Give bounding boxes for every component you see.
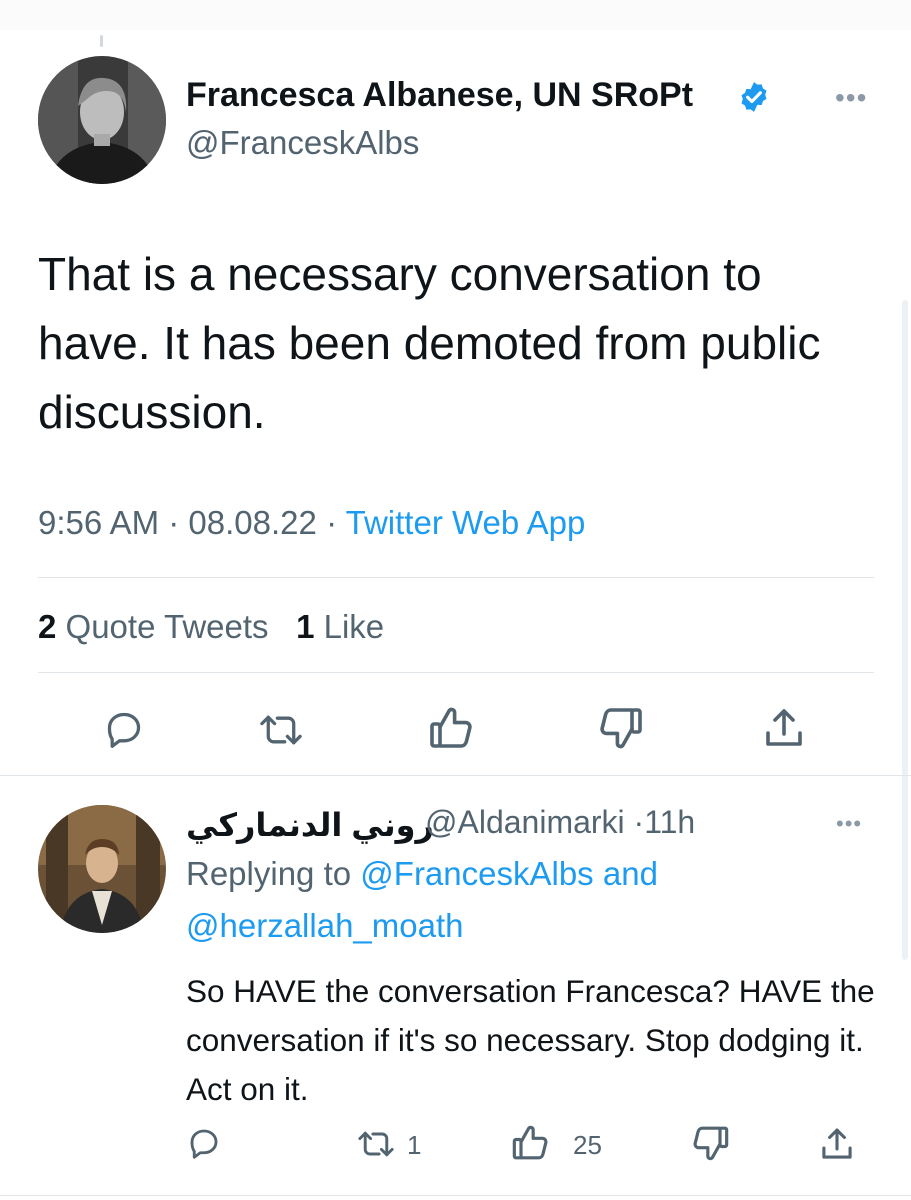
quote-tweets-link[interactable]: 2 Quote Tweets <box>38 608 269 645</box>
top-status-strip <box>0 0 911 30</box>
author-handle[interactable]: @FranceskAlbs <box>186 124 419 162</box>
reply-icon[interactable] <box>102 709 146 749</box>
divider <box>38 577 874 578</box>
tweet-source-link[interactable]: Twitter Web App <box>346 504 586 541</box>
reply-author-handle[interactable]: @Aldanimarki <box>425 804 625 840</box>
reply-dislike-icon[interactable] <box>690 1124 730 1164</box>
meta-separator: · <box>326 504 338 541</box>
author-name[interactable]: Francesca Albanese, UN SRoPt <box>186 76 693 115</box>
reply-share-icon[interactable] <box>819 1126 855 1162</box>
replying-to-user-link[interactable]: @herzallah_moath <box>186 907 464 944</box>
tweet-date: 08.08.22 <box>188 504 317 541</box>
reply-reply-icon[interactable] <box>186 1126 222 1160</box>
meta-separator: · <box>168 504 180 541</box>
reply-author-name[interactable]: روني الدنماركي <box>186 806 434 844</box>
quote-label: Quote Tweets <box>65 608 269 645</box>
reply-like-count: 25 <box>573 1130 602 1160</box>
divider <box>0 1195 911 1196</box>
dislike-icon[interactable] <box>596 706 644 752</box>
verified-badge-icon <box>737 80 771 119</box>
like-label: Like <box>323 608 385 645</box>
reply-handle-line: @Aldanimarki ·11h <box>425 804 695 841</box>
scrollbar[interactable] <box>902 300 908 960</box>
quote-count: 2 <box>38 608 57 645</box>
reply-more-options-icon[interactable]: ••• <box>836 813 862 835</box>
replying-to-and[interactable]: and <box>603 855 658 892</box>
reply-author-avatar[interactable] <box>38 805 166 933</box>
replying-to-line-2: @herzallah_moath <box>186 907 464 945</box>
likes-link[interactable]: 1 Like <box>296 608 384 645</box>
reply-like-icon[interactable] <box>511 1122 551 1162</box>
retweet-icon[interactable] <box>257 710 305 750</box>
reply-text: So HAVE the conversation Francesca? HAVE… <box>186 973 875 1107</box>
replying-to-user-link[interactable]: @FranceskAlbs <box>360 855 593 892</box>
like-icon[interactable] <box>428 704 476 750</box>
like-count: 1 <box>296 608 315 645</box>
divider <box>38 672 874 673</box>
divider <box>0 775 911 776</box>
reply-separator: · <box>633 804 645 840</box>
tweet-time: 9:56 AM <box>38 504 160 541</box>
reply-time[interactable]: 11h <box>644 804 695 840</box>
tweet-text: That is a necessary conversation to have… <box>38 248 821 438</box>
replying-to-label: Replying to <box>186 855 352 892</box>
thread-connector <box>100 35 103 47</box>
author-avatar[interactable] <box>38 56 166 184</box>
more-options-icon[interactable]: ••• <box>835 84 867 112</box>
tweet-metadata: 9:56 AM · 08.08.22 · Twitter Web App <box>38 504 585 542</box>
tweet-stats: 2 Quote Tweets 1 Like <box>38 608 384 646</box>
reply-retweet-count: 1 <box>407 1130 422 1160</box>
share-icon[interactable] <box>762 706 806 750</box>
replying-to-line: Replying to @FranceskAlbs and <box>186 855 658 893</box>
reply-retweet-icon[interactable] <box>356 1127 396 1161</box>
